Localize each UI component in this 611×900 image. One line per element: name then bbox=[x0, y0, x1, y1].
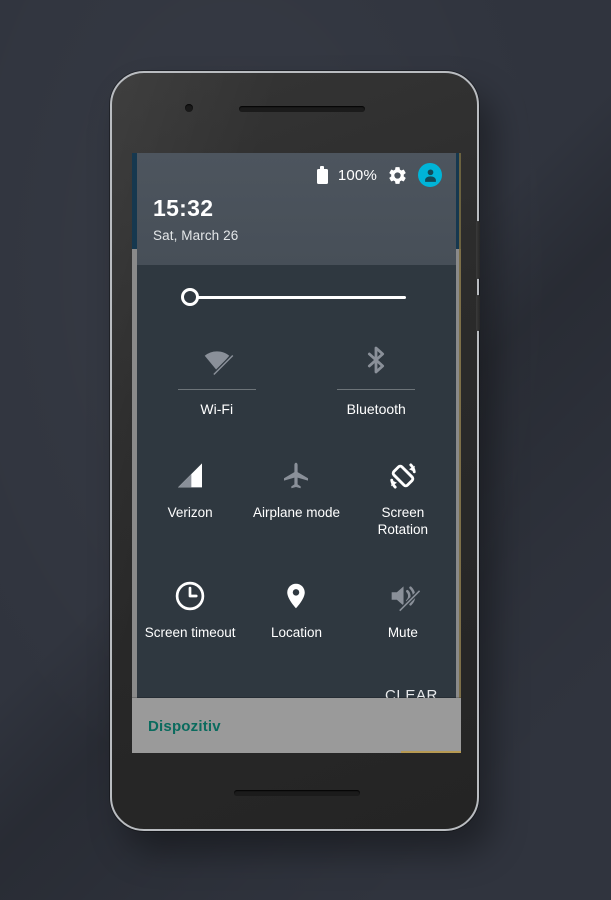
volume-button[interactable] bbox=[476, 295, 480, 331]
tile-divider bbox=[337, 389, 416, 390]
location-pin-icon bbox=[281, 575, 311, 617]
brightness-slider[interactable] bbox=[189, 295, 406, 299]
app-bar-title: Dispozitiv bbox=[148, 718, 221, 735]
tile-label: Bluetooth bbox=[346, 401, 406, 417]
tile-airplane-mode[interactable]: Airplane mode bbox=[243, 445, 349, 565]
tile-screen-rotation[interactable]: Screen Rotation bbox=[350, 445, 456, 565]
brightness-slider-thumb[interactable] bbox=[181, 288, 199, 306]
wifi-off-icon bbox=[197, 337, 237, 383]
bluetooth-icon bbox=[360, 337, 392, 383]
power-button[interactable] bbox=[476, 221, 480, 279]
quick-settings-tiles-row-1: Wi-Fi Bluetooth bbox=[137, 329, 456, 445]
earpiece-speaker-icon bbox=[239, 106, 365, 112]
status-bar: 100% bbox=[137, 153, 456, 197]
tile-divider bbox=[177, 389, 256, 390]
tile-label: Verizon bbox=[167, 505, 213, 520]
clock-icon bbox=[173, 575, 207, 617]
screen-rotation-icon bbox=[385, 455, 421, 497]
tile-label: Airplane mode bbox=[252, 505, 341, 520]
quick-settings-tiles-row-3: Screen timeout Location Mute bbox=[137, 565, 456, 685]
signal-cellular-icon bbox=[174, 455, 206, 497]
phone-device: 100% 15:32 Sat, March 26 Wi-Fi Bluetooth… bbox=[110, 71, 480, 831]
bottom-speaker-icon bbox=[234, 790, 360, 796]
screen-right-accent-strip bbox=[459, 153, 461, 753]
clock-date: Sat, March 26 bbox=[153, 228, 239, 243]
tile-bluetooth[interactable]: Bluetooth bbox=[297, 329, 457, 445]
tile-location[interactable]: Location bbox=[243, 565, 349, 685]
app-bar-overlay: Dispozitiv bbox=[132, 698, 461, 753]
user-avatar-icon[interactable] bbox=[418, 163, 442, 187]
tile-mute[interactable]: Mute bbox=[350, 565, 456, 685]
quick-settings-tiles-row-2: Verizon Airplane mode Screen Rotation bbox=[137, 445, 456, 565]
phone-screen: 100% 15:32 Sat, March 26 Wi-Fi Bluetooth… bbox=[132, 153, 461, 753]
quick-settings-header: 100% 15:32 Sat, March 26 bbox=[137, 153, 456, 265]
quick-settings-panel: 100% 15:32 Sat, March 26 Wi-Fi Bluetooth… bbox=[137, 153, 456, 753]
brightness-slider-row bbox=[137, 265, 456, 329]
airplane-icon bbox=[280, 455, 312, 497]
tile-label: Mute bbox=[387, 625, 418, 640]
gear-icon[interactable] bbox=[387, 165, 408, 186]
tile-label: Screen Rotation bbox=[377, 505, 428, 537]
clock-time: 15:32 bbox=[153, 195, 214, 221]
volume-mute-icon bbox=[386, 575, 420, 617]
front-camera-icon bbox=[185, 104, 193, 112]
battery-percent-label: 100% bbox=[337, 166, 377, 184]
tile-label: Wi-Fi bbox=[200, 401, 234, 417]
app-bar-accent bbox=[401, 751, 461, 753]
tile-wifi[interactable]: Wi-Fi bbox=[137, 329, 297, 445]
tile-label: Location bbox=[270, 625, 323, 640]
tile-verizon[interactable]: Verizon bbox=[137, 445, 243, 565]
clock-block: 15:32 Sat, March 26 bbox=[137, 195, 456, 244]
tile-screen-timeout[interactable]: Screen timeout bbox=[137, 565, 243, 685]
battery-full-icon bbox=[316, 166, 328, 184]
tile-label: Screen timeout bbox=[144, 625, 236, 640]
